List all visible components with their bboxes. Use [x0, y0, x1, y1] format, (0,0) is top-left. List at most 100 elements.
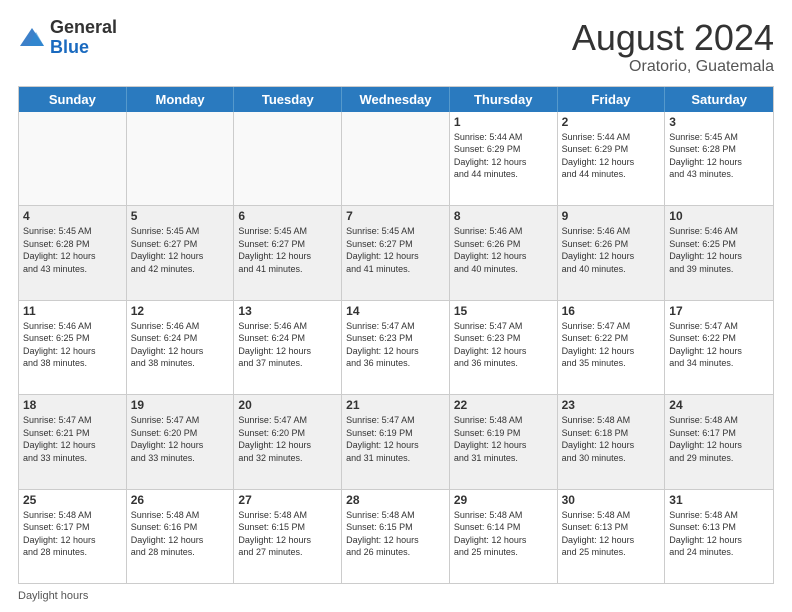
day-number: 5: [131, 209, 230, 223]
table-row: 19 Sunrise: 5:47 AM Sunset: 6:20 PM Dayli…: [127, 395, 235, 488]
table-row: 20Sunrise: 5:47 AM Sunset: 6:20 PM Dayli…: [234, 395, 342, 488]
day-info: Sunrise: 5:46 AM Sunset: 6:24 PM Dayligh…: [131, 320, 230, 370]
day-info: Sunrise: 5:48 AM Sunset: 6:15 PM Dayligh…: [238, 509, 337, 559]
logo-icon: [18, 24, 46, 52]
calendar-row-2: 4 Sunrise: 5:45 AM Sunset: 6:28 PM Daylig…: [19, 205, 773, 299]
day-number: 30: [562, 493, 661, 507]
day-number: 24: [669, 398, 769, 412]
calendar-header: Sunday Monday Tuesday Wednesday Thursday…: [19, 87, 773, 112]
table-row: 21Sunrise: 5:47 AM Sunset: 6:19 PM Dayli…: [342, 395, 450, 488]
day-number: 27: [238, 493, 337, 507]
day-number: 17: [669, 304, 769, 318]
day-number: 20: [238, 398, 337, 412]
day-number: 6: [238, 209, 337, 223]
day-info: Sunrise: 5:46 AM Sunset: 6:25 PM Dayligh…: [669, 225, 769, 275]
calendar-row-4: 18Sunrise: 5:47 AM Sunset: 6:21 PM Dayli…: [19, 394, 773, 488]
logo-general-text: General: [50, 17, 117, 37]
day-info: Sunrise: 5:48 AM Sunset: 6:15 PM Dayligh…: [346, 509, 445, 559]
table-row: 27 Sunrise: 5:48 AM Sunset: 6:15 PM Dayli…: [234, 490, 342, 583]
month-title: August 2024: [572, 18, 774, 58]
day-number: 12: [131, 304, 230, 318]
day-info: Sunrise: 5:45 AM Sunset: 6:28 PM Dayligh…: [23, 225, 122, 275]
day-number: 11: [23, 304, 122, 318]
day-number: 3: [669, 115, 769, 129]
table-row: 14 Sunrise: 5:47 AM Sunset: 6:23 PM Dayli…: [342, 301, 450, 394]
day-number: 16: [562, 304, 661, 318]
table-row: 31 Sunrise: 5:48 AM Sunset: 6:13 PM Dayli…: [665, 490, 773, 583]
day-info: Sunrise: 5:48 AM Sunset: 6:18 PM Dayligh…: [562, 414, 661, 464]
table-row: [342, 112, 450, 205]
day-info: Sunrise: 5:47 AM Sunset: 6:23 PM Dayligh…: [454, 320, 553, 370]
day-number: 22: [454, 398, 553, 412]
table-row: 6Sunrise: 5:45 AM Sunset: 6:27 PM Daylig…: [234, 206, 342, 299]
day-number: 9: [562, 209, 661, 223]
day-info: Sunrise: 5:46 AM Sunset: 6:24 PM Dayligh…: [238, 320, 337, 370]
header-wednesday: Wednesday: [342, 87, 450, 112]
logo-blue-text: Blue: [50, 37, 89, 57]
day-info: Sunrise: 5:45 AM Sunset: 6:27 PM Dayligh…: [346, 225, 445, 275]
day-info: Sunrise: 5:46 AM Sunset: 6:25 PM Dayligh…: [23, 320, 122, 370]
day-info: Sunrise: 5:46 AM Sunset: 6:26 PM Dayligh…: [454, 225, 553, 275]
footer: Daylight hours: [18, 590, 774, 602]
table-row: 7 Sunrise: 5:45 AM Sunset: 6:27 PM Daylig…: [342, 206, 450, 299]
calendar: Sunday Monday Tuesday Wednesday Thursday…: [18, 86, 774, 584]
table-row: 13Sunrise: 5:46 AM Sunset: 6:24 PM Dayli…: [234, 301, 342, 394]
table-row: 3Sunrise: 5:45 AM Sunset: 6:28 PM Daylig…: [665, 112, 773, 205]
day-info: Sunrise: 5:47 AM Sunset: 6:19 PM Dayligh…: [346, 414, 445, 464]
header-tuesday: Tuesday: [234, 87, 342, 112]
table-row: 8 Sunrise: 5:46 AM Sunset: 6:26 PM Daylig…: [450, 206, 558, 299]
table-row: 1 Sunrise: 5:44 AM Sunset: 6:29 PM Daylig…: [450, 112, 558, 205]
day-number: 28: [346, 493, 445, 507]
day-info: Sunrise: 5:48 AM Sunset: 6:19 PM Dayligh…: [454, 414, 553, 464]
day-number: 26: [131, 493, 230, 507]
table-row: 22 Sunrise: 5:48 AM Sunset: 6:19 PM Dayli…: [450, 395, 558, 488]
day-number: 8: [454, 209, 553, 223]
day-info: Sunrise: 5:48 AM Sunset: 6:13 PM Dayligh…: [669, 509, 769, 559]
table-row: [19, 112, 127, 205]
day-info: Sunrise: 5:47 AM Sunset: 6:20 PM Dayligh…: [131, 414, 230, 464]
day-info: Sunrise: 5:47 AM Sunset: 6:23 PM Dayligh…: [346, 320, 445, 370]
table-row: 10Sunrise: 5:46 AM Sunset: 6:25 PM Dayli…: [665, 206, 773, 299]
day-info: Sunrise: 5:48 AM Sunset: 6:13 PM Dayligh…: [562, 509, 661, 559]
calendar-body: 1 Sunrise: 5:44 AM Sunset: 6:29 PM Daylig…: [19, 112, 773, 583]
table-row: 24 Sunrise: 5:48 AM Sunset: 6:17 PM Dayli…: [665, 395, 773, 488]
table-row: 5 Sunrise: 5:45 AM Sunset: 6:27 PM Daylig…: [127, 206, 235, 299]
day-info: Sunrise: 5:45 AM Sunset: 6:27 PM Dayligh…: [131, 225, 230, 275]
header-monday: Monday: [127, 87, 235, 112]
day-number: 31: [669, 493, 769, 507]
table-row: 11 Sunrise: 5:46 AM Sunset: 6:25 PM Dayli…: [19, 301, 127, 394]
table-row: 17Sunrise: 5:47 AM Sunset: 6:22 PM Dayli…: [665, 301, 773, 394]
header-friday: Friday: [558, 87, 666, 112]
location: Oratorio, Guatemala: [572, 58, 774, 76]
table-row: 2 Sunrise: 5:44 AM Sunset: 6:29 PM Daylig…: [558, 112, 666, 205]
table-row: 18Sunrise: 5:47 AM Sunset: 6:21 PM Dayli…: [19, 395, 127, 488]
calendar-row-3: 11 Sunrise: 5:46 AM Sunset: 6:25 PM Dayli…: [19, 300, 773, 394]
header-sunday: Sunday: [19, 87, 127, 112]
table-row: [234, 112, 342, 205]
day-number: 18: [23, 398, 122, 412]
day-info: Sunrise: 5:48 AM Sunset: 6:17 PM Dayligh…: [669, 414, 769, 464]
logo: General Blue: [18, 18, 117, 58]
header-thursday: Thursday: [450, 87, 558, 112]
day-info: Sunrise: 5:48 AM Sunset: 6:14 PM Dayligh…: [454, 509, 553, 559]
title-block: August 2024 Oratorio, Guatemala: [572, 18, 774, 76]
calendar-row-1: 1 Sunrise: 5:44 AM Sunset: 6:29 PM Daylig…: [19, 112, 773, 205]
day-number: 7: [346, 209, 445, 223]
day-info: Sunrise: 5:46 AM Sunset: 6:26 PM Dayligh…: [562, 225, 661, 275]
table-row: 29Sunrise: 5:48 AM Sunset: 6:14 PM Dayli…: [450, 490, 558, 583]
page: General Blue August 2024 Oratorio, Guate…: [0, 0, 792, 612]
table-row: [127, 112, 235, 205]
day-number: 1: [454, 115, 553, 129]
day-number: 4: [23, 209, 122, 223]
day-info: Sunrise: 5:48 AM Sunset: 6:17 PM Dayligh…: [23, 509, 122, 559]
header: General Blue August 2024 Oratorio, Guate…: [18, 18, 774, 76]
day-number: 15: [454, 304, 553, 318]
day-info: Sunrise: 5:44 AM Sunset: 6:29 PM Dayligh…: [454, 131, 553, 181]
day-info: Sunrise: 5:44 AM Sunset: 6:29 PM Dayligh…: [562, 131, 661, 181]
day-number: 2: [562, 115, 661, 129]
day-number: 25: [23, 493, 122, 507]
table-row: 9 Sunrise: 5:46 AM Sunset: 6:26 PM Daylig…: [558, 206, 666, 299]
day-number: 19: [131, 398, 230, 412]
table-row: 25 Sunrise: 5:48 AM Sunset: 6:17 PM Dayli…: [19, 490, 127, 583]
day-number: 14: [346, 304, 445, 318]
